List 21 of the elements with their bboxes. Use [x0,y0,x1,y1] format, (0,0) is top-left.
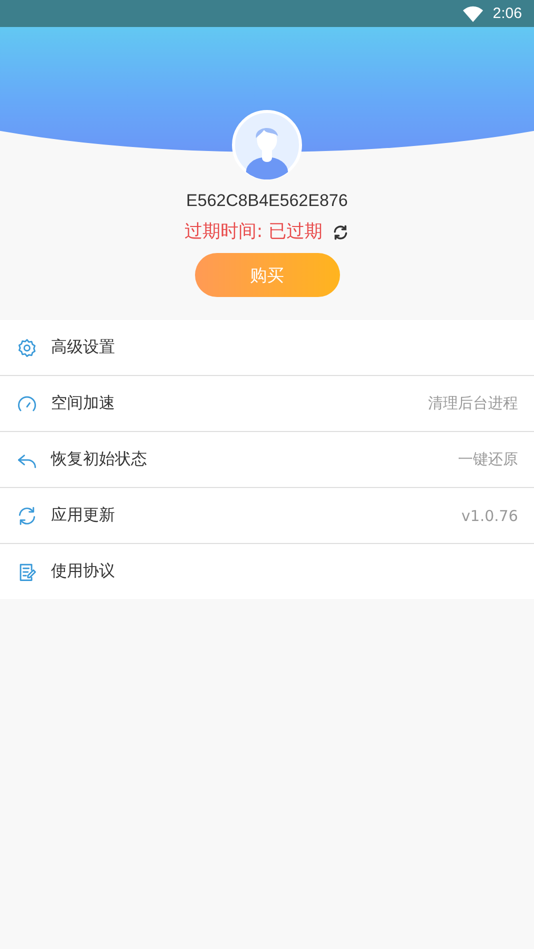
device-id: E562C8B4E562E876 [186,190,348,212]
menu-detail: 清理后台进程 [428,394,518,413]
menu-detail: 一键还原 [458,450,518,469]
menu-detail: v1.0.76 [461,506,518,524]
menu-label: 恢复初始状态 [51,449,148,470]
menu-label: 高级设置 [51,337,116,358]
status-time: 2:06 [492,5,522,22]
menu-item[interactable]: 应用更新 v1.0.76 [0,487,534,543]
avatar-icon [232,110,302,180]
menu-label: 空间加速 [51,393,116,414]
expiry-status: 过期时间: 已过期 [184,220,322,244]
menu-item[interactable]: 空间加速 清理后台进程 [0,375,534,431]
menu-item[interactable]: 使用协议 [0,543,534,599]
refresh-icon [16,504,38,526]
settings-icon [16,336,38,358]
refresh-icon[interactable] [332,224,350,240]
menu-item[interactable]: 高级设置 [0,320,534,375]
menu-item[interactable]: 恢复初始状态 一键还原 [0,431,534,487]
menu-label: 使用协议 [51,561,116,582]
wifi-icon [462,6,483,22]
menu-label: 应用更新 [51,505,116,526]
